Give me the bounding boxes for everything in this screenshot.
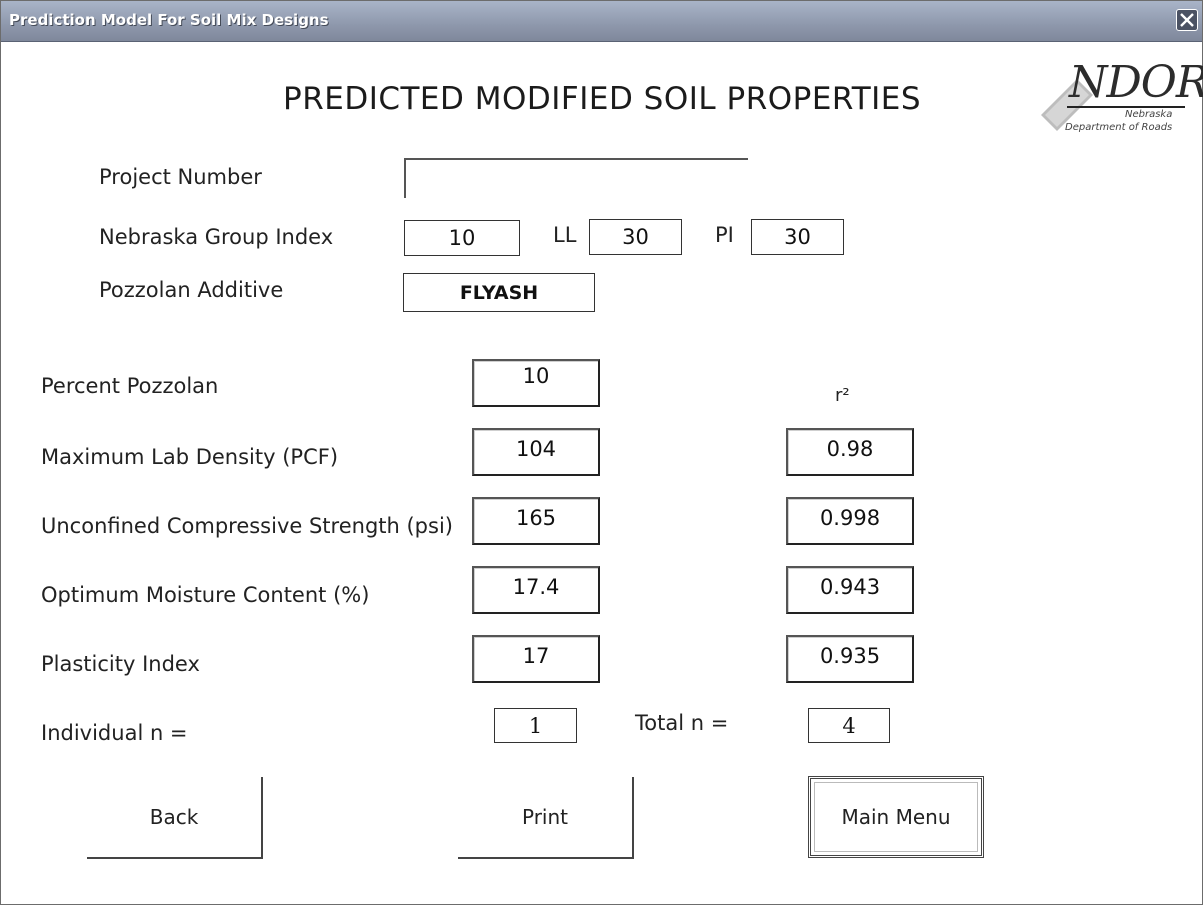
percent-pozzolan-value: 10 [522, 364, 550, 388]
omc-value: 17.4 [512, 575, 560, 599]
back-button[interactable]: Back [87, 777, 263, 859]
total-n-label: Total n = [635, 711, 729, 735]
omc-label: Optimum Moisture Content (%) [41, 583, 370, 607]
max-lab-density-label: Maximum Lab Density (PCF) [41, 445, 339, 469]
omc-r2-value: 0.943 [819, 575, 881, 599]
ll-field[interactable]: 30 [589, 219, 682, 255]
total-n-field[interactable]: 4 [808, 708, 890, 743]
ucs-r2-field[interactable]: 0.998 [786, 497, 914, 545]
print-button[interactable]: Print [458, 777, 634, 859]
close-button[interactable] [1176, 9, 1198, 31]
pozzolan-additive-field[interactable]: FLYASH [403, 273, 595, 312]
back-button-label: Back [149, 805, 199, 829]
omc-field[interactable]: 17.4 [472, 566, 600, 614]
plasticity-index-r2-field[interactable]: 0.935 [786, 635, 914, 683]
group-index-label: Nebraska Group Index [99, 225, 334, 249]
main-menu-button-label: Main Menu [841, 805, 951, 829]
logo-subtext-state: Nebraska [1125, 109, 1173, 120]
individual-n-label: Individual n = [41, 721, 188, 745]
individual-n-field[interactable]: 1 [494, 708, 577, 743]
pi-label: PI [715, 223, 734, 247]
project-number-field[interactable] [404, 158, 748, 198]
plasticity-index-label: Plasticity Index [41, 652, 200, 676]
ll-value: 30 [622, 225, 649, 249]
ucs-field[interactable]: 165 [472, 497, 600, 545]
group-index-field[interactable]: 10 [404, 220, 520, 256]
plasticity-index-r2-value: 0.935 [819, 644, 881, 668]
print-button-label: Print [521, 805, 568, 829]
ucs-value: 165 [515, 506, 557, 530]
project-number-label: Project Number [99, 165, 262, 189]
pi-value: 30 [784, 225, 811, 249]
ll-label: LL [553, 223, 577, 247]
pozzolan-additive-value: FLYASH [459, 281, 539, 304]
group-index-value: 10 [448, 226, 476, 250]
main-window: Prediction Model For Soil Mix Designs PR… [0, 0, 1203, 905]
pozzolan-additive-label: Pozzolan Additive [99, 278, 284, 302]
main-menu-button[interactable]: Main Menu [808, 776, 984, 858]
ucs-label: Unconfined Compressive Strength (psi) [41, 514, 453, 538]
total-n-value: 4 [842, 713, 856, 738]
logo-subtext-dept: Department of Roads [1065, 122, 1173, 133]
window-title: Prediction Model For Soil Mix Designs [9, 11, 329, 29]
individual-n-value: 1 [528, 713, 543, 738]
max-lab-density-value: 104 [515, 437, 557, 461]
pi-field[interactable]: 30 [751, 219, 844, 255]
max-lab-density-r2-value: 0.98 [826, 437, 874, 461]
max-lab-density-field[interactable]: 104 [472, 428, 600, 476]
percent-pozzolan-field[interactable]: 10 [472, 359, 600, 407]
percent-pozzolan-label: Percent Pozzolan [41, 374, 219, 398]
plasticity-index-value: 17 [522, 644, 550, 668]
omc-r2-field[interactable]: 0.943 [786, 566, 914, 614]
page-title: PREDICTED MODIFIED SOIL PROPERTIES [283, 81, 922, 117]
close-icon [1180, 13, 1194, 27]
r2-header: r² [835, 385, 850, 406]
logo-main-text: NDOR [1069, 57, 1203, 108]
max-lab-density-r2-field[interactable]: 0.98 [786, 428, 914, 476]
plasticity-index-field[interactable]: 17 [472, 635, 600, 683]
title-bar: Prediction Model For Soil Mix Designs [1, 1, 1202, 42]
ucs-r2-value: 0.998 [819, 506, 881, 530]
